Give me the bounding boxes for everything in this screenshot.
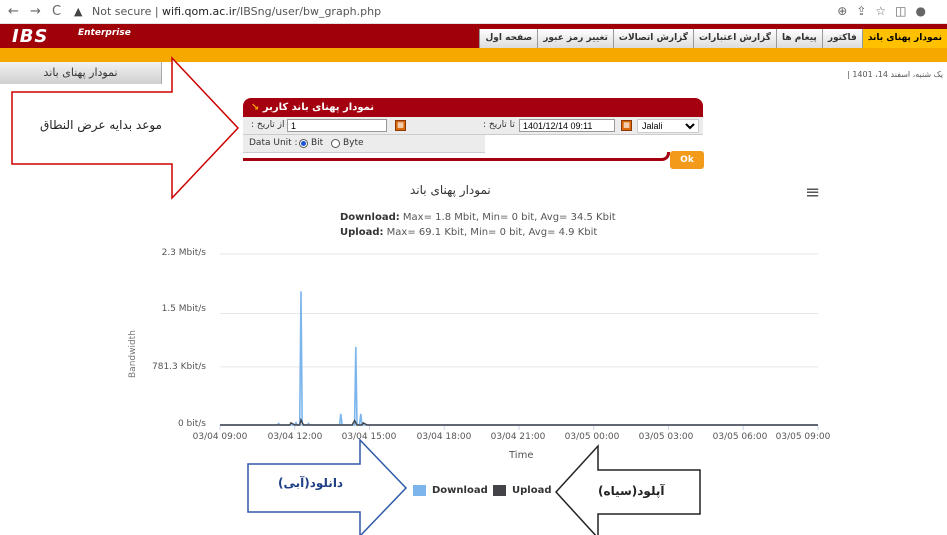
chart-svg <box>11 56 819 535</box>
legend-upload[interactable]: Upload <box>493 485 551 496</box>
legend-swatch-upload <box>493 485 506 496</box>
legend-swatch-download <box>413 485 426 496</box>
annotation-range-start: موعد بدايه عرض النطاق <box>40 118 162 132</box>
legend-label-download: Download <box>432 485 488 496</box>
annotation-upload: آپلود(سیاه) <box>598 484 665 498</box>
legend-label-upload: Upload <box>512 485 552 496</box>
legend-download[interactable]: Download <box>413 485 488 496</box>
series-line-download <box>220 291 818 426</box>
annotation-download: دانلود(آبی) <box>278 476 344 490</box>
